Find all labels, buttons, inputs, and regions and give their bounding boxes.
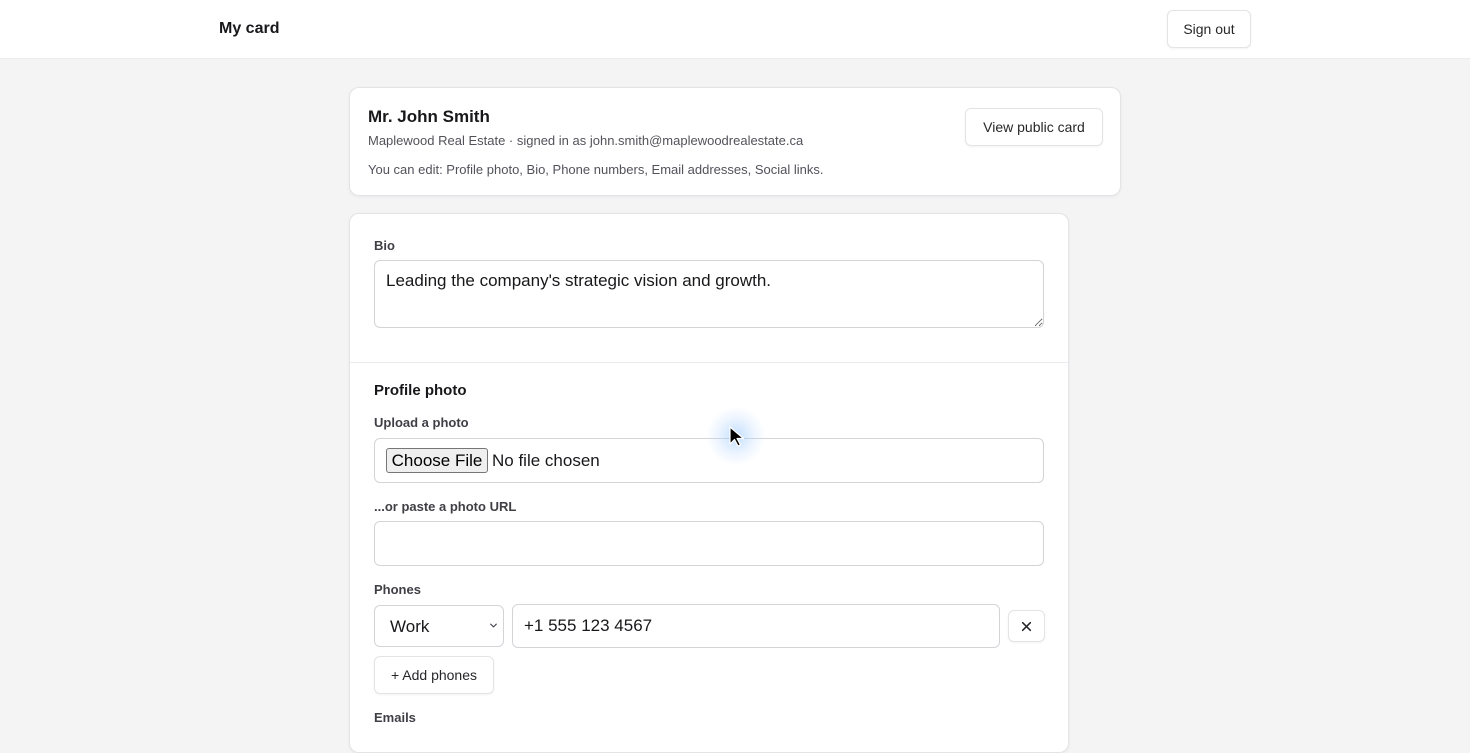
- add-phones-button[interactable]: + Add phones: [374, 656, 494, 694]
- photo-url-label: ...or paste a photo URL: [374, 499, 517, 514]
- no-file-chosen-text: No file chosen: [492, 451, 600, 470]
- remove-phone-button[interactable]: [1008, 610, 1045, 642]
- emails-label: Emails: [374, 710, 416, 725]
- profile-summary-card: Mr. John Smith Maplewood Real Estate · s…: [349, 87, 1121, 196]
- section-divider: [350, 362, 1068, 363]
- choose-file-button[interactable]: Choose File: [386, 448, 488, 473]
- top-bar: My card Sign out: [0, 0, 1470, 59]
- sign-out-button[interactable]: Sign out: [1167, 10, 1251, 48]
- phone-number-input[interactable]: [512, 604, 1000, 648]
- photo-url-input[interactable]: [374, 521, 1044, 566]
- edit-card-form: Bio Leading the company's strategic visi…: [349, 213, 1069, 753]
- app-title: My card: [219, 20, 280, 37]
- phone-type-value: Work: [390, 617, 430, 636]
- bio-textarea[interactable]: Leading the company's strategic vision a…: [374, 260, 1044, 328]
- photo-file-input[interactable]: Choose File No file chosen: [374, 438, 1044, 483]
- close-icon: [1021, 621, 1032, 631]
- profile-subtitle: Maplewood Real Estate · signed in as joh…: [368, 133, 804, 148]
- chevron-down-icon: [490, 623, 497, 628]
- bio-label: Bio: [374, 238, 395, 253]
- profile-photo-heading: Profile photo: [374, 382, 467, 399]
- view-public-card-button[interactable]: View public card: [965, 108, 1103, 146]
- phone-type-select[interactable]: Work: [374, 605, 504, 647]
- profile-name: Mr. John Smith: [368, 107, 490, 126]
- editable-fields-note: You can edit: Profile photo, Bio, Phone …: [368, 162, 824, 177]
- phones-label: Phones: [374, 582, 421, 597]
- upload-photo-label: Upload a photo: [374, 415, 469, 430]
